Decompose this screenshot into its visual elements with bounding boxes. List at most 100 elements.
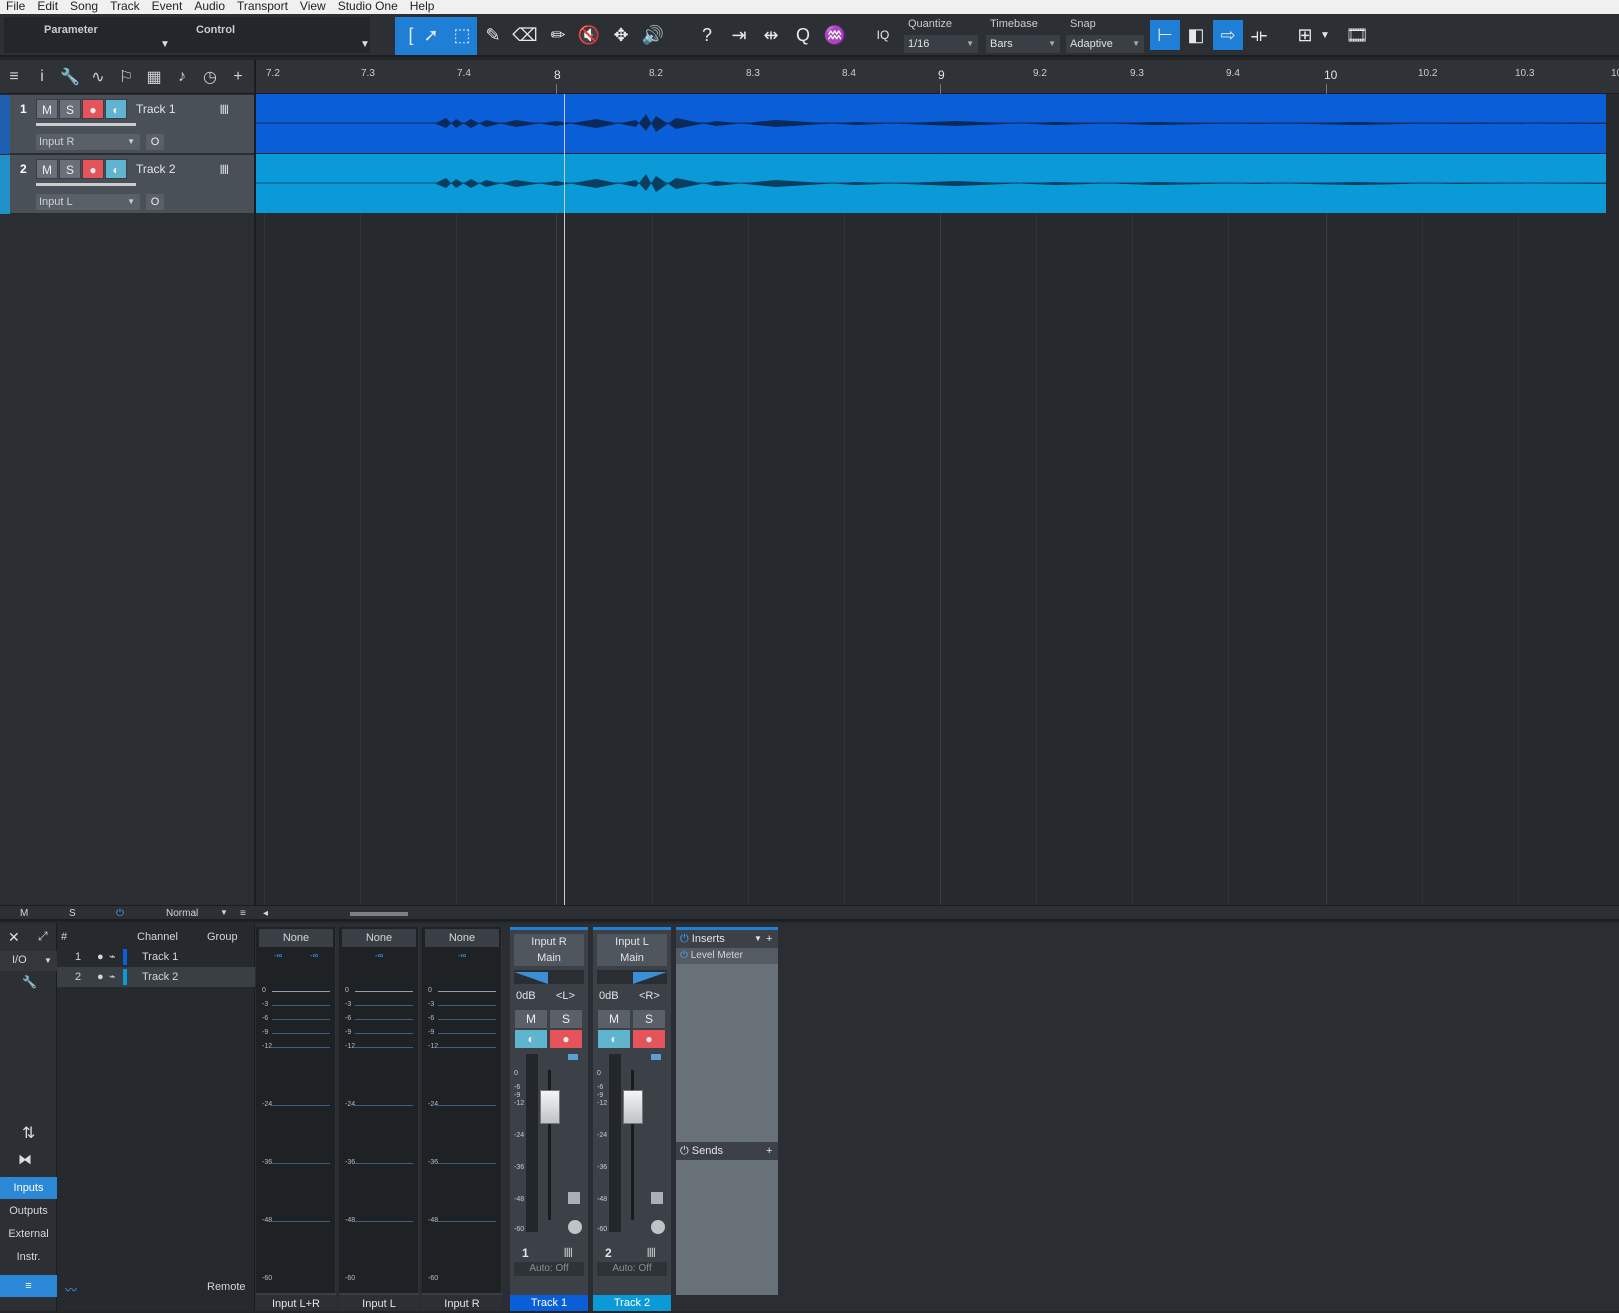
collapse-icon[interactable]: ⧓ [18, 1151, 32, 1168]
volume-readout[interactable]: 0dB [516, 990, 536, 1002]
pan-knob-icon[interactable] [568, 1220, 582, 1234]
channel-row[interactable]: 2 ● ⌁ Track 2 [57, 967, 255, 987]
phase-icon[interactable] [568, 1192, 580, 1204]
range-select-icon[interactable]: ⬚ [447, 20, 477, 50]
power-icon[interactable]: ⏻ [116, 908, 124, 919]
global-mute-button[interactable]: M [20, 908, 28, 919]
mute-button[interactable]: M [515, 1010, 547, 1028]
add-send-icon[interactable]: + [766, 1142, 772, 1160]
menu-studio-one[interactable]: Studio One [332, 0, 404, 14]
solo-button[interactable]: S [59, 159, 81, 179]
channel-row[interactable]: 1 ● ⌁ Track 1 [57, 947, 255, 967]
bend-tool-icon[interactable]: ✥ [606, 20, 636, 50]
input-route-select[interactable]: None [425, 929, 499, 947]
output-select[interactable]: Main [514, 950, 584, 966]
menu-audio[interactable]: Audio [188, 0, 231, 14]
timeline-ruler[interactable]: 7.2 7.3 7.4 8 8.2 8.3 8.4 9 9.2 9.3 9.4 … [256, 60, 1619, 94]
chevron-down-icon[interactable]: ▼ [754, 930, 762, 948]
sort-arrows-icon[interactable]: ⇅ [22, 1123, 35, 1143]
monitor-button[interactable]: ◐ [598, 1030, 630, 1048]
wrench-icon[interactable]: 🔧 [22, 975, 37, 989]
track-list-icon[interactable]: ≡ [0, 68, 28, 86]
expand-icon[interactable]: ⤢ [38, 929, 48, 944]
inserts-header[interactable]: ⏻ Inserts ▼ + [676, 930, 778, 948]
remote-button[interactable]: Remote [207, 1281, 246, 1293]
menu-file[interactable]: File [0, 0, 31, 14]
link-icon[interactable]: ⌁ [109, 967, 116, 987]
eraser-tool-icon[interactable]: ⌫ [510, 20, 540, 50]
playhead-cursor[interactable] [564, 94, 565, 905]
snap-select[interactable]: Adaptive ▼ [1066, 35, 1144, 53]
tempo-icon[interactable]: ◷ [196, 67, 224, 87]
pan-readout[interactable]: <L> [556, 990, 575, 1002]
io-tab[interactable]: I/O ▼ [0, 951, 57, 971]
chord-icon[interactable]: ♪ [168, 68, 196, 86]
pan-readout[interactable]: <R> [639, 990, 660, 1002]
add-insert-icon[interactable]: + [766, 930, 772, 948]
monitor-button[interactable]: ◐ [515, 1030, 547, 1048]
volume-fader[interactable] [540, 1090, 560, 1124]
snap-event-icon[interactable]: ◧ [1181, 20, 1211, 50]
menu-song[interactable]: Song [64, 0, 104, 14]
pan-control[interactable] [514, 970, 584, 984]
menu-event[interactable]: Event [146, 0, 189, 14]
io-routing[interactable]: Input L Main [597, 934, 667, 966]
arrow-tool-icon[interactable]: ➚ [416, 20, 446, 50]
track-header-1[interactable]: 1 M S ● ◐ Track 1 𝍬 Input R ▼ O [0, 95, 254, 154]
track-mode-label[interactable]: Normal [166, 908, 198, 919]
split-tool-icon[interactable]: ✎ [478, 20, 508, 50]
input-select[interactable]: Input R [514, 934, 584, 950]
waveform-icon[interactable]: 𝍬 [220, 101, 229, 123]
menu-track[interactable]: Track [104, 0, 146, 14]
menu-view[interactable]: View [294, 0, 332, 14]
menu-transport[interactable]: Transport [231, 0, 294, 14]
help-icon[interactable]: ? [692, 20, 722, 50]
input-monitor-icon[interactable]: O [146, 194, 164, 210]
list-header-channel[interactable]: Channel [137, 931, 178, 943]
list-header-group[interactable]: Group [207, 931, 238, 943]
strip-name[interactable]: Track 1 [510, 1295, 588, 1311]
iq-button[interactable]: IQ [868, 20, 898, 50]
automation-mode[interactable]: Auto: Off [597, 1262, 667, 1276]
track-header-2[interactable]: 2 M S ● ◐ Track 2 𝍬 Input L ▼ O [0, 155, 254, 214]
waveform-icon[interactable]: 〰 [65, 1281, 77, 1298]
track-input-select[interactable]: Input L ▼ [36, 194, 140, 210]
automation-icon[interactable]: ∿ [84, 67, 112, 87]
global-solo-button[interactable]: S [69, 908, 76, 919]
record-arm-button[interactable]: ● [82, 99, 104, 119]
horizontal-scrollbar[interactable] [350, 912, 408, 916]
track-volume-slider[interactable] [36, 183, 136, 186]
control-dropdown-icon[interactable]: ▼ [360, 39, 370, 50]
waveform-icon[interactable]: 𝍬 [220, 161, 229, 183]
mute-button[interactable]: M [36, 159, 58, 179]
scroll-left-icon[interactable]: ◂ [263, 908, 268, 919]
snap-to-transient-icon[interactable]: ⇥ [724, 20, 754, 50]
track-input-select[interactable]: Input R ▼ [36, 134, 140, 150]
listen-tool-icon[interactable]: 🔊 [638, 20, 668, 50]
timebase-select[interactable]: Bars ▼ [986, 35, 1060, 53]
visibility-dot-icon[interactable]: ● [97, 947, 104, 967]
audio-bend-icon[interactable]: ⇹ [756, 20, 786, 50]
zoom-fit-icon[interactable]: ⟛ [1244, 20, 1274, 50]
sends-header[interactable]: ⏻ Sends + [676, 1142, 778, 1160]
input-monitor-icon[interactable]: O [146, 134, 164, 150]
power-icon[interactable]: ⏻ [680, 950, 688, 961]
mute-button[interactable]: M [598, 1010, 630, 1028]
arranger-icon[interactable]: ▦ [140, 67, 168, 87]
monitor-button[interactable]: ◐ [105, 159, 127, 179]
audio-event-track-2[interactable] [256, 154, 1606, 213]
menu-help[interactable]: Help [404, 0, 441, 14]
close-icon[interactable]: ✕ [8, 929, 20, 946]
inspector-icon[interactable]: i [28, 68, 56, 86]
arrange-view[interactable] [256, 94, 1619, 905]
input-select[interactable]: Input L [597, 934, 667, 950]
expand-icon[interactable] [568, 1054, 578, 1060]
io-routing[interactable]: Input R Main [514, 934, 584, 966]
wrench-icon[interactable]: 🔧 [56, 67, 84, 87]
channel-list-icon[interactable]: ≡ [0, 1275, 57, 1297]
track-volume-slider[interactable] [36, 123, 136, 126]
power-icon[interactable]: ⏻ [680, 1145, 689, 1157]
snap-toggle-icon[interactable]: ⊢ [1150, 20, 1180, 50]
volume-fader[interactable] [623, 1090, 643, 1124]
chevron-down-icon[interactable]: ▼ [220, 908, 228, 917]
